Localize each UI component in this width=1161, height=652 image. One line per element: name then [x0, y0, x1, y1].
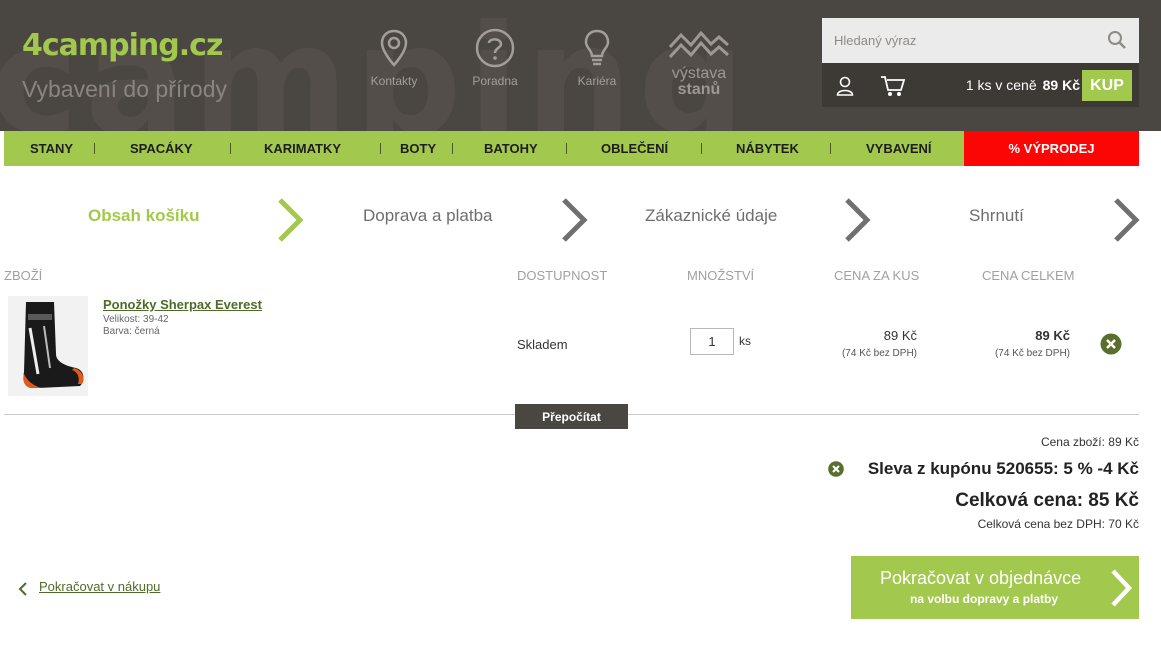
- cart-icon[interactable]: [880, 74, 906, 98]
- vystava-line2: stanů: [677, 81, 721, 98]
- category-boty[interactable]: BOTY: [400, 131, 436, 166]
- continue-shopping-link[interactable]: Pokračovat v nákupu: [39, 579, 160, 594]
- continue-order-label: Pokračovat v objednávce: [880, 568, 1082, 588]
- nav-kariera-label: Kariéra: [577, 74, 617, 88]
- category-batohy[interactable]: BATOHY: [484, 131, 538, 166]
- map-pin-icon: [380, 29, 408, 67]
- category-separator: [230, 143, 231, 154]
- unit-price-nodph: (74 Kč bez DPH): [841, 348, 917, 359]
- question-icon: [475, 28, 515, 68]
- category-separator: [380, 143, 381, 154]
- category-stany[interactable]: STANY: [30, 131, 73, 166]
- continue-order-button[interactable]: Pokračovat v objednávce na volbu dopravy…: [851, 556, 1139, 619]
- step-cart-contents: Obsah košíku: [88, 206, 200, 225]
- summary-total: Celková cena: 85 Kč: [955, 490, 1139, 511]
- mountain-logo-icon: [668, 30, 729, 59]
- category-vybaveni[interactable]: VYBAVENÍ: [866, 131, 932, 166]
- nav-kariera[interactable]: Kariéra: [557, 28, 637, 88]
- remove-coupon-icon[interactable]: [828, 461, 844, 477]
- category-separator: [830, 143, 831, 154]
- chevron-right-icon: [1111, 569, 1133, 607]
- recalculate-button[interactable]: Přepočítat: [515, 404, 628, 429]
- search-input[interactable]: [822, 18, 1139, 63]
- category-obleceni[interactable]: OBLEČENÍ: [601, 131, 668, 166]
- product-color: Barva: černá: [103, 326, 160, 337]
- summary-subtotal: Cena zboží: 89 Kč: [1040, 435, 1139, 449]
- quantity-unit: ks: [739, 334, 751, 348]
- product-availability: Skladem: [517, 337, 568, 352]
- user-icon[interactable]: [836, 76, 854, 96]
- cart-price: 89 Kč: [1042, 77, 1080, 93]
- chevron-right-icon: [278, 198, 304, 242]
- cart-summary[interactable]: 1 ks v ceně 89 Kč: [942, 75, 1080, 95]
- search-icon[interactable]: [1107, 30, 1127, 50]
- step-summary[interactable]: Shrnutí: [969, 206, 1024, 226]
- category-nabytek[interactable]: NÁBYTEK: [736, 131, 799, 166]
- chevron-left-icon[interactable]: [18, 582, 28, 596]
- logo-tld: .cz: [178, 28, 224, 63]
- product-name-link[interactable]: Ponožky Sherpax Everest: [103, 297, 262, 312]
- product-size: Velikost: 39-42: [103, 314, 169, 325]
- logo-number: 4: [22, 28, 43, 63]
- category-separator: [566, 143, 567, 154]
- category-karimatky[interactable]: KARIMATKY: [264, 131, 341, 166]
- nav-poradna[interactable]: Poradna: [455, 28, 535, 88]
- column-header-unit-price: CENA ZA KUS: [834, 268, 920, 283]
- step-shipping-payment[interactable]: Doprava a platba: [363, 206, 492, 226]
- summary-total-nodph: Celková cena bez DPH: 70 Kč: [977, 517, 1139, 531]
- category-spacaky[interactable]: SPACÁKY: [130, 131, 193, 166]
- chevron-right-icon: [1114, 198, 1140, 242]
- column-header-quantity: MNOŽSTVÍ: [687, 268, 755, 283]
- chevron-right-icon: [845, 198, 871, 242]
- category-separator: [452, 143, 453, 154]
- lightbulb-icon: [584, 29, 610, 66]
- column-header-total-price: CENA CELKEM: [982, 268, 1075, 283]
- category-sale[interactable]: % VÝPRODEJ: [964, 131, 1139, 166]
- continue-order-sublabel: na volbu dopravy a platby: [910, 592, 1059, 606]
- unit-price: 89 Kč: [883, 328, 917, 343]
- column-header-item: ZBOŽÍ: [4, 268, 43, 283]
- column-header-availability: DOSTUPNOST: [517, 268, 608, 283]
- site-header: camping 4camping.cz Vybavení do přírody …: [0, 0, 1161, 131]
- cart-count: 1 ks v ceně: [965, 77, 1037, 93]
- nav-poradna-label: Poradna: [472, 74, 518, 88]
- vystava-line1: výstava: [671, 65, 727, 82]
- nav-kontakty-label: Kontakty: [370, 74, 418, 88]
- logo-name: camping: [41, 28, 180, 63]
- buy-button[interactable]: KUP: [1082, 70, 1132, 101]
- total-price: 89 Kč: [1035, 328, 1070, 343]
- vystava-stanu-link[interactable]: výstava stanů: [668, 29, 730, 98]
- search-cart-box: 1 ks v ceně 89 Kč KUP: [822, 18, 1139, 107]
- category-separator: [94, 143, 95, 154]
- remove-item-icon[interactable]: [1100, 333, 1122, 355]
- site-tagline: Vybavení do přírody: [22, 76, 227, 102]
- product-thumbnail[interactable]: [8, 296, 88, 396]
- category-separator: [701, 143, 702, 154]
- category-nav: STANY SPACÁKY KARIMATKY BOTY BATOHY OBLE…: [4, 131, 1139, 166]
- summary-coupon: Sleva z kupónu 520655: 5 % -4 Kč: [867, 459, 1139, 478]
- chevron-right-icon: [562, 198, 588, 242]
- quantity-input[interactable]: [690, 328, 734, 355]
- site-logo[interactable]: 4camping.cz: [22, 28, 224, 64]
- total-price-nodph: (74 Kč bez DPH): [994, 348, 1070, 359]
- nav-kontakty[interactable]: Kontakty: [354, 28, 434, 88]
- step-customer-details[interactable]: Zákaznické údaje: [645, 206, 777, 226]
